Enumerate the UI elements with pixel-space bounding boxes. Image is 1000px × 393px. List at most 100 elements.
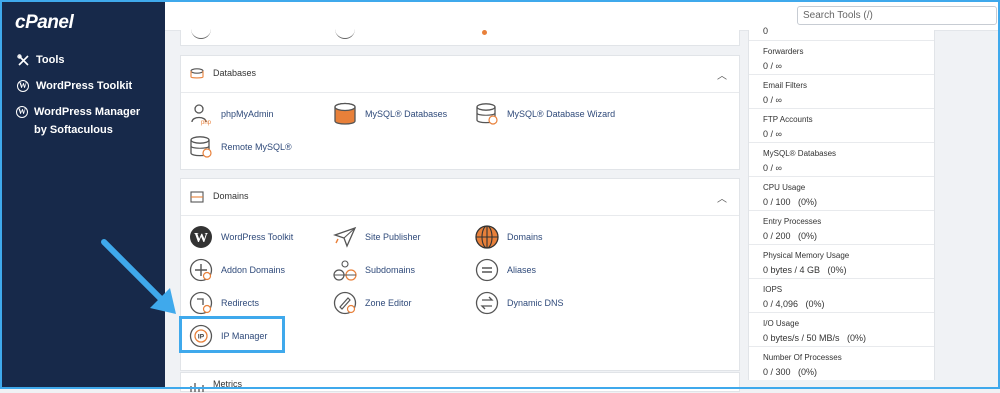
stat-label: IOPS [763,285,783,294]
tool-label: Dynamic DNS [507,298,564,308]
sidebar-item-wordpress-toolkit[interactable]: W WordPress Toolkit [16,77,132,95]
paper-plane-icon [332,225,357,249]
tool-label: Addon Domains [221,265,286,275]
domains-header[interactable]: Domains ︿ [181,179,739,216]
stat-label: MySQL® Databases [763,149,837,158]
stat-value: 0 / 200 (0%) [763,231,818,241]
stat-entry-processes: Entry Processes 0 / 200 (0%) [749,210,934,241]
stats-column: 0 Forwarders 0 / ∞ Email Filters 0 / ∞ F… [748,26,935,380]
tools-icon [16,53,30,67]
tool-addon-domains[interactable]: Addon Domains [189,258,285,282]
tool-label: MySQL® Databases [365,109,448,119]
chevron-up-icon[interactable]: ︿ [717,67,727,82]
stat-value: 0 / ∞ [763,163,782,173]
stat-label: Email Filters [763,81,808,90]
database-icon [190,68,204,79]
tool-label: Redirects [221,298,260,308]
redirects-icon [189,291,213,315]
stat-label: Forwarders [763,47,804,56]
domains-icon [190,191,204,203]
remote-mysql-icon [189,135,213,159]
tool-subdomains[interactable]: Subdomains [333,258,415,282]
stat-label: Entry Processes [763,217,822,226]
database-wizard-icon [475,102,499,126]
stat-ftp-accounts: FTP Accounts 0 / ∞ [749,108,934,139]
databases-panel: Databases ︿ php phpMyAdmin MySQL® Databa… [180,55,740,170]
addon-domains-icon [189,258,213,282]
stat-iops: IOPS 0 / 4,096 (0%) [749,278,934,309]
stat-value: 0 / ∞ [763,95,782,105]
tool-label: WordPress Toolkit [221,232,294,242]
metrics-icon [190,383,204,392]
stat-physical-memory: Physical Memory Usage 0 bytes / 4 GB (0%… [749,244,934,275]
stat-label: FTP Accounts [763,115,813,124]
topbar [165,0,1000,31]
chevron-up-icon[interactable]: ︿ [717,190,727,205]
stat-cpu-usage: CPU Usage 0 / 100 (0%) [749,176,934,207]
sidebar: cPanel Tools W WordPress Toolkit W WordP… [0,0,165,389]
wordpress-icon: W [189,225,213,249]
stat-value: 0 / ∞ [763,61,782,71]
tool-label: Domains [507,232,543,242]
tool-wordpress-toolkit[interactable]: W WordPress Toolkit [189,225,293,249]
tool-label: MySQL® Database Wizard [507,109,616,119]
databases-header[interactable]: Databases ︿ [181,56,739,93]
tool-mysql-databases[interactable]: MySQL® Databases [333,102,447,126]
tool-label: Zone Editor [365,298,412,308]
sidebar-item-tools[interactable]: Tools [16,51,65,69]
mysql-database-icon [333,102,357,126]
stat-label: CPU Usage [763,183,806,192]
subdomains-icon [333,258,357,282]
stat-value: 0 bytes / 4 GB (0%) [763,265,847,275]
stat-email-filters: Email Filters 0 / ∞ [749,74,934,105]
tool-redirects[interactable]: Redirects [189,291,259,315]
panel-cutoff [180,30,740,46]
tool-label: Aliases [507,265,537,275]
tool-remote-mysql[interactable]: Remote MySQL® [189,135,292,159]
globe-icon [475,225,499,249]
tool-zone-editor[interactable]: Zone Editor [333,291,412,315]
panel-title[interactable]: Metrics [213,379,242,389]
stat-value: 0 / 4,096 (0%) [763,299,825,309]
metrics-panel: Metrics [180,372,740,392]
annotation-arrow-icon [101,239,176,314]
zone-editor-icon [333,291,357,315]
ip-manager-highlight [179,316,285,353]
tool-label: Site Publisher [365,232,421,242]
svg-text:php: php [201,120,212,126]
stat-number-of-processes: Number Of Processes 0 / 300 (0%) [749,346,934,377]
tool-label: Subdomains [365,265,416,275]
panel-title: Domains [213,191,249,201]
stat-label: Number Of Processes [763,353,842,362]
sidebar-item-label: Tools [36,54,65,66]
stat-value: 0 bytes/s / 50 MB/s (0%) [763,333,867,343]
sidebar-item-wordpress-manager[interactable]: W WordPress Manager by Softaculous [16,103,146,139]
tool-label: phpMyAdmin [221,109,274,119]
stat-value: 0 / 100 (0%) [763,197,818,207]
tool-domains[interactable]: Domains [475,225,543,249]
tool-dynamic-dns[interactable]: Dynamic DNS [475,291,564,315]
search-input[interactable] [797,6,997,25]
stat-value: 0 / ∞ [763,129,782,139]
dynamic-dns-icon [475,291,499,315]
stat-label: I/O Usage [763,319,800,328]
stat-value: 0 / 300 (0%) [763,367,818,377]
sidebar-item-label: WordPress Toolkit [36,80,133,92]
wordpress-icon: W [16,106,28,118]
aliases-icon [475,258,499,282]
sidebar-item-label: WordPress Manager by Softaculous [34,106,141,136]
tool-mysql-database-wizard[interactable]: MySQL® Database Wizard [475,102,615,126]
phpmyadmin-icon: php [189,102,213,126]
tool-phpmyadmin[interactable]: php phpMyAdmin [189,102,274,126]
panel-title: Databases [213,68,257,78]
tool-site-publisher[interactable]: Site Publisher [332,225,421,249]
stat-forwarders: Forwarders 0 / ∞ [749,40,934,71]
tool-aliases[interactable]: Aliases [475,258,536,282]
stat-label: Physical Memory Usage [763,251,850,260]
wordpress-icon: W [17,80,29,92]
svg-text:W: W [194,231,208,246]
cpanel-logo[interactable]: cPanel [15,12,74,34]
stat-io-usage: I/O Usage 0 bytes/s / 50 MB/s (0%) [749,312,934,343]
stat-mysql-databases: MySQL® Databases 0 / ∞ [749,142,934,173]
tool-label: Remote MySQL® [221,142,292,152]
